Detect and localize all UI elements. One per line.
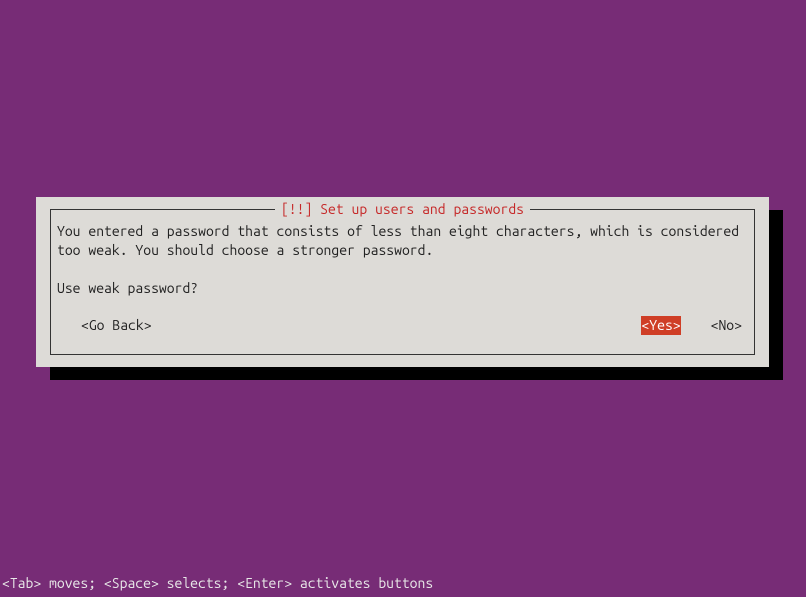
button-gap [681, 316, 711, 335]
go-back-button[interactable]: <Go Back> [81, 316, 152, 335]
dialog-window: [!!] Set up users and passwords You ente… [36, 197, 769, 367]
footer-hint: <Tab> moves; <Space> selects; <Enter> ac… [2, 575, 433, 591]
yes-button[interactable]: <Yes> [641, 316, 680, 335]
dialog-buttons: <Go Back> <Yes> <No> [57, 316, 748, 335]
dialog-title: [!!] Set up users and passwords [275, 201, 530, 217]
dialog-frame: [!!] Set up users and passwords You ente… [50, 209, 755, 355]
dialog-message: You entered a password that consists of … [57, 222, 748, 260]
dialog-title-wrap: [!!] Set up users and passwords [51, 201, 754, 217]
no-button[interactable]: <No> [711, 316, 742, 335]
button-spacer [152, 316, 642, 335]
dialog-question: Use weak password? [57, 279, 748, 298]
dialog-body: You entered a password that consists of … [51, 210, 754, 335]
